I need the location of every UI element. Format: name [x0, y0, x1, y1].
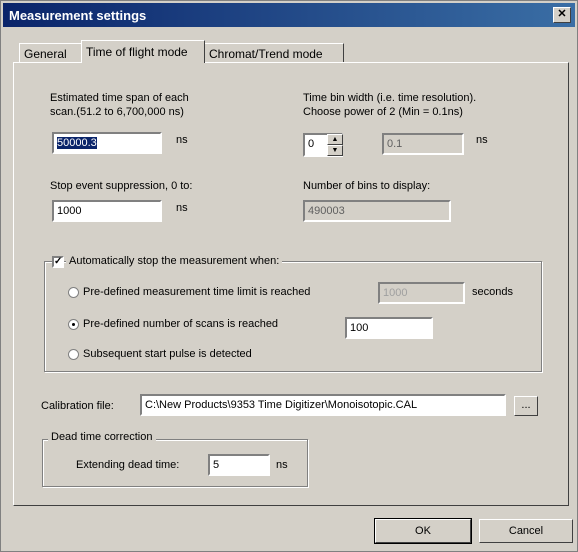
dead-time-input[interactable]: 5	[208, 454, 270, 476]
time-span-unit: ns	[176, 134, 188, 146]
browse-button[interactable]: ...	[514, 396, 538, 416]
stop-event-input[interactable]: 1000	[52, 200, 162, 222]
calibration-label: Calibration file:	[41, 400, 114, 412]
radio-time-limit[interactable]	[68, 287, 79, 298]
title-bar: Measurement settings ✕	[3, 3, 575, 27]
close-button[interactable]: ✕	[553, 7, 571, 23]
bin-width-unit: ns	[476, 134, 488, 146]
bins-display-label: Number of bins to display:	[303, 180, 431, 192]
bin-width-label-line1: Time bin width (i.e. time resolution).	[303, 92, 477, 104]
tab-chromat-trend-mode[interactable]: Chromat/Trend mode	[204, 43, 344, 62]
spinner-down-icon[interactable]: ▼	[327, 145, 343, 156]
time-span-label-line2: scan.(51.2 to 6,700,000 ns)	[50, 106, 184, 118]
ok-button[interactable]: OK	[374, 518, 472, 544]
radio-start-pulse[interactable]	[68, 349, 79, 360]
bins-display-value: 490003	[303, 200, 451, 222]
auto-stop-label: Automatically stop the measurement when:	[66, 255, 283, 267]
dialog-title: Measurement settings	[9, 8, 147, 23]
measurement-settings-dialog: Measurement settings ✕ General Time of f…	[0, 0, 578, 552]
time-limit-unit: seconds	[472, 286, 513, 298]
tab-panel: Estimated time span of each scan.(51.2 t…	[13, 62, 569, 506]
bin-width-result: 0.1	[382, 133, 464, 155]
time-span-input[interactable]: 50000.3	[52, 132, 162, 154]
time-limit-input[interactable]: 1000	[378, 282, 465, 304]
stop-event-label: Stop event suppression, 0 to:	[50, 180, 193, 192]
tab-time-of-flight-mode[interactable]: Time of flight mode	[81, 40, 205, 63]
calibration-file-input[interactable]: C:\New Products\9353 Time Digitizer\Mono…	[140, 394, 506, 416]
number-of-scans-label: Pre-defined number of scans is reached	[83, 318, 279, 330]
dead-time-group-label: Dead time correction	[48, 431, 156, 443]
stop-event-unit: ns	[176, 202, 188, 214]
auto-stop-checkbox[interactable]: ✓	[52, 256, 64, 268]
time-limit-label: Pre-defined measurement time limit is re…	[83, 286, 311, 298]
spinner-up-icon[interactable]: ▲	[327, 134, 343, 145]
bin-width-label-line2: Choose power of 2 (Min = 0.1ns)	[303, 106, 463, 118]
cancel-button[interactable]: Cancel	[479, 519, 573, 543]
radio-number-of-scans[interactable]	[68, 319, 79, 330]
start-pulse-label: Subsequent start pulse is detected	[83, 348, 252, 360]
dead-time-label: Extending dead time:	[76, 459, 180, 471]
time-span-value: 50000.3	[57, 137, 97, 149]
dead-time-unit: ns	[276, 459, 288, 471]
tab-general[interactable]: General	[19, 43, 82, 62]
time-span-label-line1: Estimated time span of each	[50, 92, 189, 104]
number-of-scans-input[interactable]: 100	[345, 317, 433, 339]
